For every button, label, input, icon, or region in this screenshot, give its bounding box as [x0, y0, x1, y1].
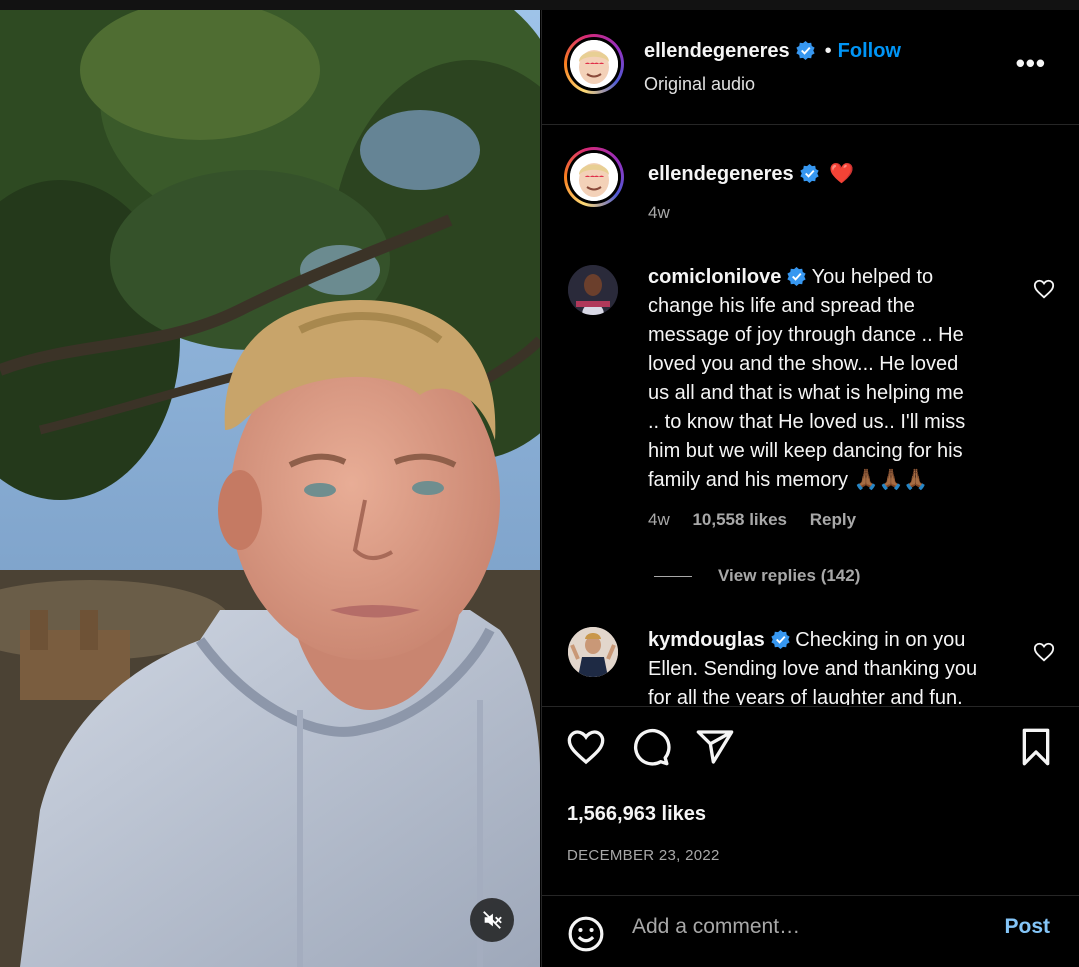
- more-options-icon[interactable]: •••: [1016, 50, 1046, 76]
- comment-icon[interactable]: [631, 727, 671, 767]
- caption-time: 4w: [648, 203, 670, 222]
- post-comment-button[interactable]: Post: [1004, 915, 1050, 939]
- bookmark-icon[interactable]: [1016, 727, 1056, 767]
- mute-button[interactable]: [470, 898, 514, 942]
- verified-badge-icon: [800, 164, 819, 183]
- comment-like-heart-icon[interactable]: [1033, 641, 1055, 663]
- author-avatar[interactable]: [564, 34, 624, 94]
- comment-text-line: him but we will keep dancing for his: [648, 440, 963, 462]
- comment-username[interactable]: kymdouglas: [648, 629, 765, 651]
- emoji-icon[interactable]: [567, 915, 605, 953]
- comment-input[interactable]: Add a comment…: [632, 915, 800, 939]
- heart-icon[interactable]: [566, 727, 606, 767]
- separator-dot: •: [824, 40, 832, 62]
- commenter-avatar[interactable]: [568, 627, 618, 677]
- comment-composer: Add a comment… Post: [542, 895, 1079, 967]
- comment-likes[interactable]: 10,558 likes: [692, 510, 787, 529]
- commenter-photo: [568, 265, 618, 315]
- comment-text-line: You helped to: [811, 266, 934, 288]
- post-date: DECEMBER 23, 2022: [567, 847, 720, 864]
- verified-badge-icon: [796, 41, 815, 60]
- verified-badge-icon: [787, 267, 806, 286]
- post-video[interactable]: [0, 10, 540, 967]
- video-frame: [0, 10, 540, 967]
- comment-text-line: for all the years of laughter and fun.: [648, 687, 963, 705]
- verified-badge-icon: [771, 630, 790, 649]
- comment-like-heart-icon[interactable]: [1033, 278, 1055, 300]
- comment-text-line: loved you and the show... He loved: [648, 353, 959, 375]
- post-side-panel: ellendegeneres • Follow Original audio •••: [541, 10, 1079, 967]
- post-likes-count[interactable]: 1,566,963 likes: [567, 803, 706, 826]
- comment-text-line: family and his memory 🙏🏾🙏🏾🙏🏾: [648, 469, 929, 491]
- comment-text-line: us all and that is what is helping me: [648, 382, 964, 404]
- comment-text-line: .. to know that He loved us.. I'll miss: [648, 411, 966, 433]
- follow-button[interactable]: Follow: [838, 40, 901, 62]
- comment-text-line: change his life and spread the: [648, 295, 915, 317]
- commenter-photo: [568, 627, 618, 677]
- comment-text-line: Ellen. Sending love and thanking you: [648, 658, 978, 680]
- comment-username[interactable]: comiclonilove: [648, 266, 781, 288]
- comment-meta: 4w 10,558 likes Reply: [648, 510, 856, 530]
- heart-eyes-avatar-icon: [570, 40, 618, 88]
- post-modal: ellendegeneres • Follow Original audio •••: [0, 10, 1079, 967]
- commenter-avatar[interactable]: [568, 265, 618, 315]
- heart-eyes-avatar-icon: [570, 153, 618, 201]
- audio-label[interactable]: Original audio: [644, 74, 755, 95]
- comments-list: ellendegeneres ❤️ 4w comiclonilove You h: [542, 125, 1079, 705]
- reply-button[interactable]: Reply: [810, 510, 856, 529]
- caption-text: ❤️: [829, 163, 854, 185]
- comment-text-line: message of joy through dance .. He: [648, 324, 964, 346]
- share-icon[interactable]: [695, 727, 735, 767]
- author-username[interactable]: ellendegeneres: [644, 40, 790, 62]
- post-actions: 1,566,963 likes DECEMBER 23, 2022: [542, 706, 1079, 896]
- post-header: ellendegeneres • Follow Original audio •••: [542, 10, 1079, 125]
- replies-divider: [654, 576, 692, 577]
- mute-icon: [483, 911, 502, 929]
- comment-text-line: Checking in on you: [795, 629, 966, 651]
- caption-username[interactable]: ellendegeneres: [648, 163, 794, 185]
- comment-time: 4w: [648, 510, 670, 529]
- view-replies-button[interactable]: View replies (142): [718, 566, 860, 586]
- caption-avatar[interactable]: [564, 147, 624, 207]
